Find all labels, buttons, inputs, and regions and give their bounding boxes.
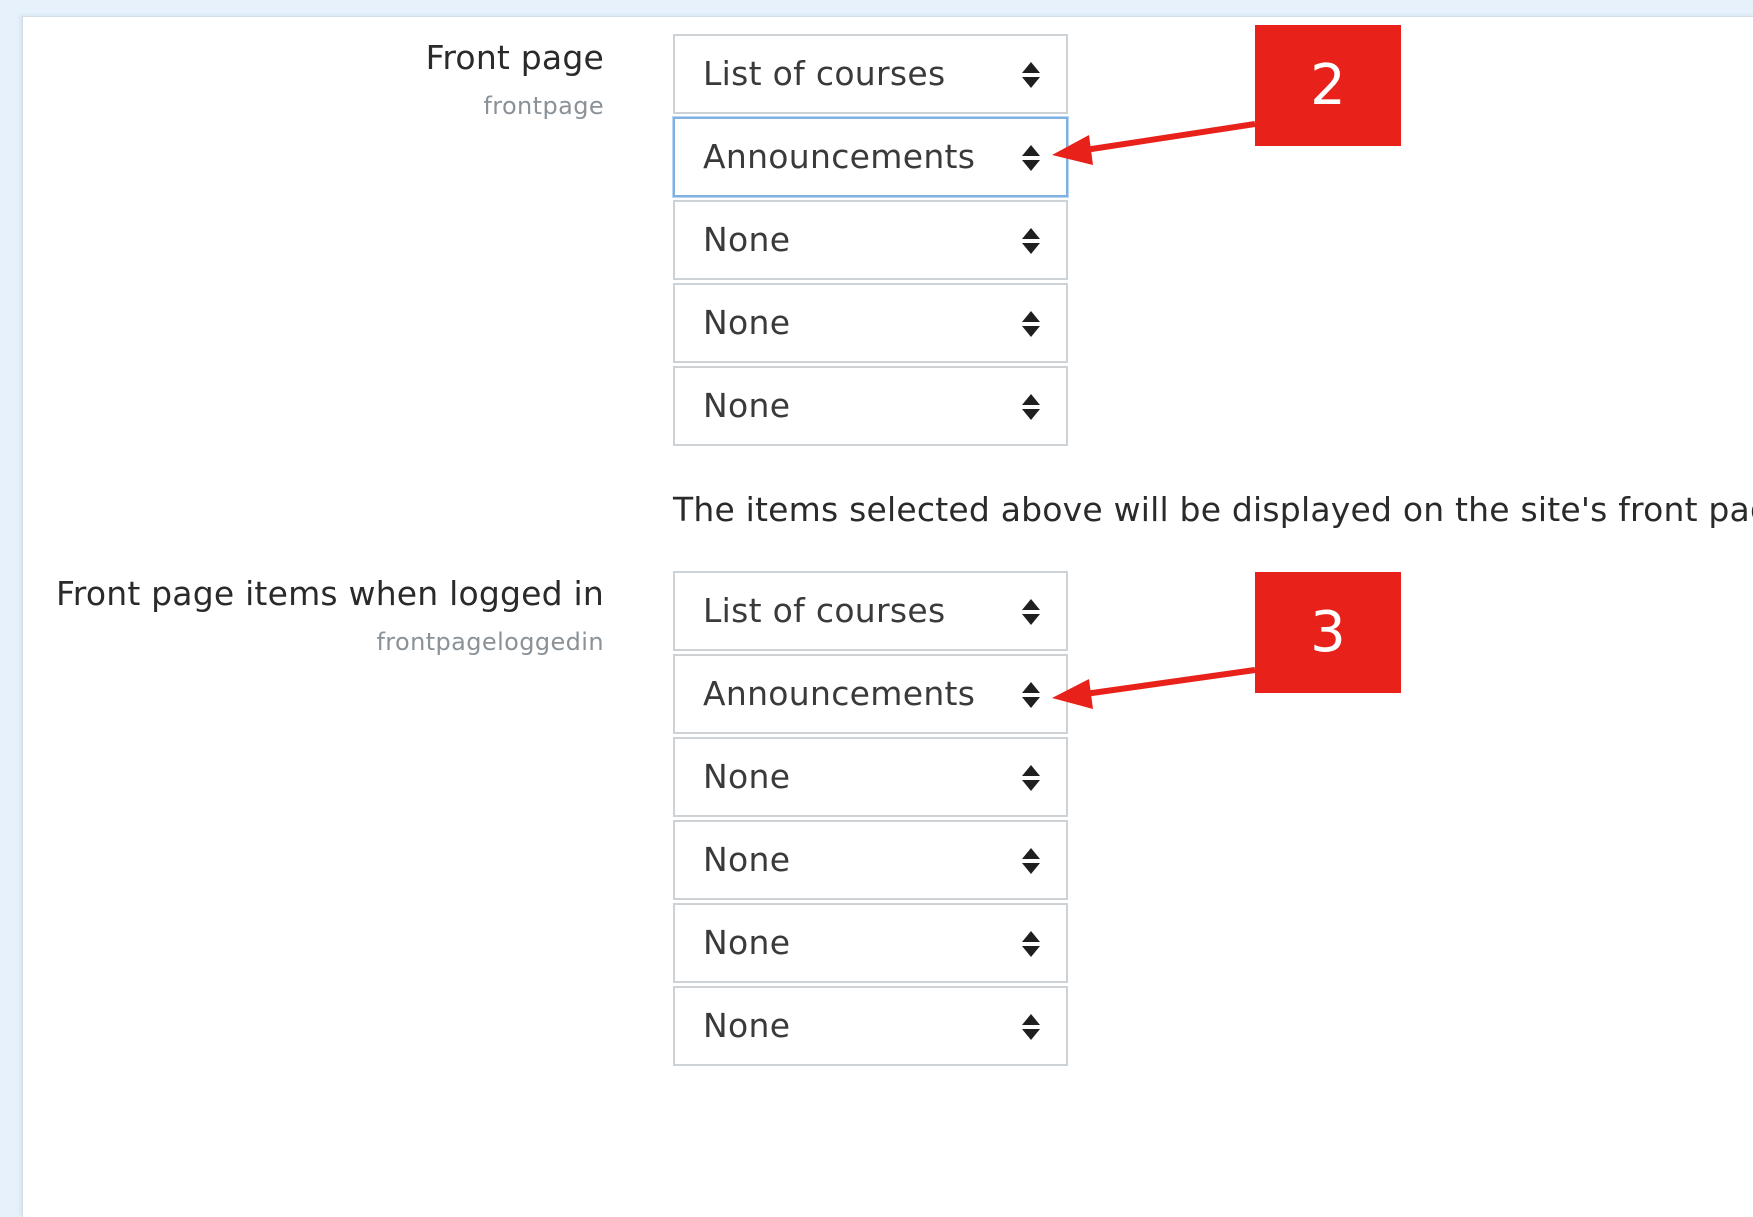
callout-arrows: [1052, 121, 1256, 709]
callout-3-arrow: [1052, 667, 1256, 709]
callout-2-arrow: [1052, 121, 1256, 165]
